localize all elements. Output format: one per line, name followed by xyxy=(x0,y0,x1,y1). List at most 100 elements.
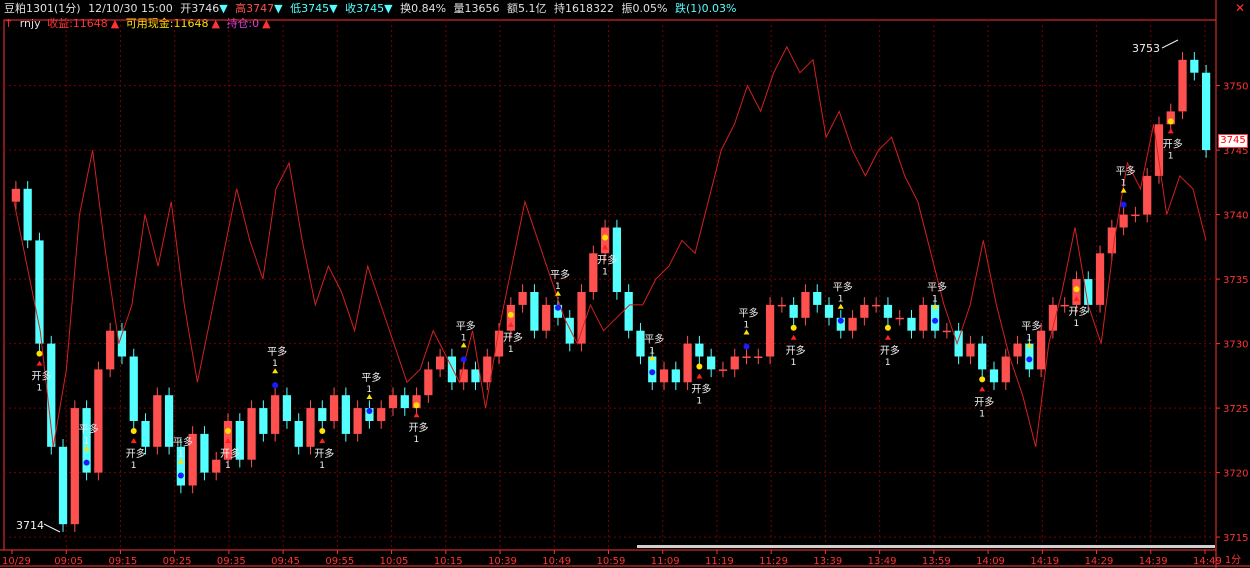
candle-body xyxy=(954,330,963,357)
candle-body xyxy=(872,304,881,307)
signal-qty-label: 1 xyxy=(602,268,608,278)
x-tick-label: 14:19 xyxy=(1030,556,1059,567)
candle-body xyxy=(860,304,869,318)
candle-body xyxy=(58,446,68,525)
candle-body xyxy=(341,395,350,434)
signal-qty-label: 1 xyxy=(744,321,750,331)
x-tick-label: 09:55 xyxy=(325,556,354,567)
open-long-label: 开多 xyxy=(880,344,900,357)
signal-qty-label: 1 xyxy=(366,385,372,395)
open-long-label: 开多 xyxy=(786,344,806,357)
signal-qty-label: 1 xyxy=(36,384,42,394)
close-long-label: 平多 xyxy=(927,281,947,294)
y-tick-label: 3725 xyxy=(1223,404,1248,415)
price-chart[interactable]: 3750 3745 3740 3735 3730 3725 3720 3715 10/29 09:… xyxy=(0,0,1250,568)
sell-marker xyxy=(177,472,184,479)
signal-qty-label: 1 xyxy=(555,282,561,292)
candle-body xyxy=(23,188,32,241)
buy-marker xyxy=(319,428,326,434)
buy-arrow xyxy=(884,334,891,340)
close-long-label: 平多 xyxy=(739,307,759,320)
high-annotation-leader xyxy=(1161,39,1179,49)
candle-body xyxy=(989,369,999,383)
candle-body xyxy=(1178,59,1187,112)
signal-qty-label: 1 xyxy=(696,397,702,407)
candle-body xyxy=(671,369,680,383)
close-long-label: 平多 xyxy=(644,332,664,345)
buy-marker xyxy=(602,234,609,241)
candle-body xyxy=(1201,72,1211,151)
candle-body xyxy=(718,369,728,371)
x-tick-label: 10:49 xyxy=(542,556,571,567)
x-tick-label: 10:39 xyxy=(488,556,517,567)
candle-body xyxy=(813,292,822,305)
buy-marker xyxy=(413,402,420,409)
candle-body xyxy=(94,369,103,473)
buy-arrow xyxy=(319,438,326,443)
x-tick-label: 10:59 xyxy=(597,556,626,567)
x-tick-label: 11:19 xyxy=(705,556,734,567)
buy-marker xyxy=(36,350,43,357)
candle-body xyxy=(730,356,739,370)
candle-body xyxy=(754,356,763,358)
candle-body xyxy=(259,408,268,434)
chart-window: 豆粕1301(1分) 12/10/30 15:00 开3746▼ 高3747▼ … xyxy=(0,0,1250,568)
candle-body xyxy=(824,304,834,318)
x-tick-label: 10/29 xyxy=(2,556,31,567)
candle-body xyxy=(1037,330,1046,370)
open-long-label: 开多 xyxy=(597,254,617,267)
sell-marker xyxy=(1120,201,1127,208)
candle-body xyxy=(400,395,409,409)
candle-body xyxy=(318,408,327,421)
buy-arrow xyxy=(130,438,137,443)
candle-body xyxy=(1001,356,1010,383)
x-tick-label: 10:05 xyxy=(380,556,409,567)
sell-marker xyxy=(460,356,467,363)
candle-body xyxy=(765,304,775,357)
candle-body xyxy=(282,395,292,421)
candle-body xyxy=(1084,279,1093,305)
sell-marker xyxy=(649,369,656,376)
x-tick-label: 14:29 xyxy=(1085,556,1114,567)
candle-body xyxy=(424,369,433,396)
x-tick-label: 09:45 xyxy=(271,556,300,567)
candle-body xyxy=(942,330,951,333)
candle-body xyxy=(742,356,751,358)
buy-arrow xyxy=(36,360,43,366)
buy-marker xyxy=(979,376,986,383)
signal-qty-label: 1 xyxy=(649,346,655,356)
candle-body xyxy=(247,408,256,460)
candle-body xyxy=(978,343,987,370)
sell-marker xyxy=(83,459,90,466)
candle-body xyxy=(789,304,798,318)
sell-marker xyxy=(366,408,373,414)
x-tick-label: 09:05 xyxy=(54,556,83,567)
candle-body xyxy=(801,292,810,318)
sell-marker xyxy=(932,317,939,324)
candle-body xyxy=(1119,214,1128,228)
open-long-label: 开多 xyxy=(314,447,334,460)
candle-body xyxy=(907,317,916,331)
close-long-label: 平多 xyxy=(361,371,381,384)
x-tick-label: 10:15 xyxy=(434,556,463,567)
candle-body xyxy=(695,343,704,357)
candle-body xyxy=(436,356,445,370)
indicator-line xyxy=(13,45,1207,447)
signal-qty-label: 1 xyxy=(461,333,467,343)
buy-marker xyxy=(1167,118,1174,125)
signal-qty-label: 1 xyxy=(225,461,231,471)
sell-marker xyxy=(554,304,561,311)
open-long-label: 开多 xyxy=(974,395,994,408)
open-long-label: 开多 xyxy=(1163,137,1183,150)
buy-arrow xyxy=(790,334,797,340)
high-annotation: 3753 xyxy=(1132,42,1160,55)
candle-body xyxy=(129,356,138,421)
signal-qty-label: 1 xyxy=(178,450,184,460)
buy-arrow xyxy=(979,386,986,392)
signal-qty-label: 1 xyxy=(508,345,514,355)
candle-body xyxy=(11,188,21,202)
buy-arrow xyxy=(413,412,420,418)
candle-body xyxy=(624,292,633,331)
period-button[interactable]: 1分 xyxy=(1216,553,1250,568)
close-long-label: 平多 xyxy=(833,281,853,294)
